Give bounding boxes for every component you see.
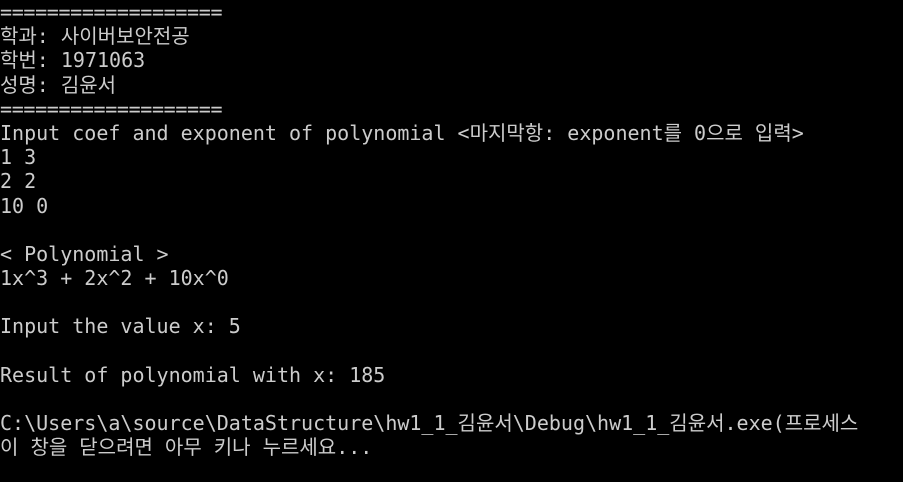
separator-line: =================== xyxy=(0,0,223,24)
department-line: 학과: 사이버보안전공 xyxy=(0,24,190,49)
input-term-line: 2 2 xyxy=(0,169,37,194)
value-prompt-line: Input the value x: 5 xyxy=(0,314,241,339)
process-exit-line: C:\Users\a\source\DataStructure\hw1_1_김윤… xyxy=(0,411,859,436)
polynomial-line: 1x^3 + 2x^2 + 10x^0 xyxy=(0,266,229,291)
input-term-line: 10 0 xyxy=(0,193,49,218)
student-id-line: 학번: 1971063 xyxy=(0,48,146,73)
result-line: Result of polynomial with x: 185 xyxy=(0,362,386,387)
polynomial-header-line: < Polynomial > xyxy=(0,241,169,266)
console-window[interactable]: =================== 학과: 사이버보안전공 학번: 1971… xyxy=(0,0,903,482)
separator-line: =================== xyxy=(0,96,223,121)
input-term-line: 1 3 xyxy=(0,145,37,170)
press-any-key-line: 이 창을 닫으려면 아무 키나 누르세요... xyxy=(0,435,373,460)
input-prompt-line: Input coef and exponent of polynomial <마… xyxy=(0,120,804,145)
name-line: 성명: 김윤서 xyxy=(0,72,117,97)
